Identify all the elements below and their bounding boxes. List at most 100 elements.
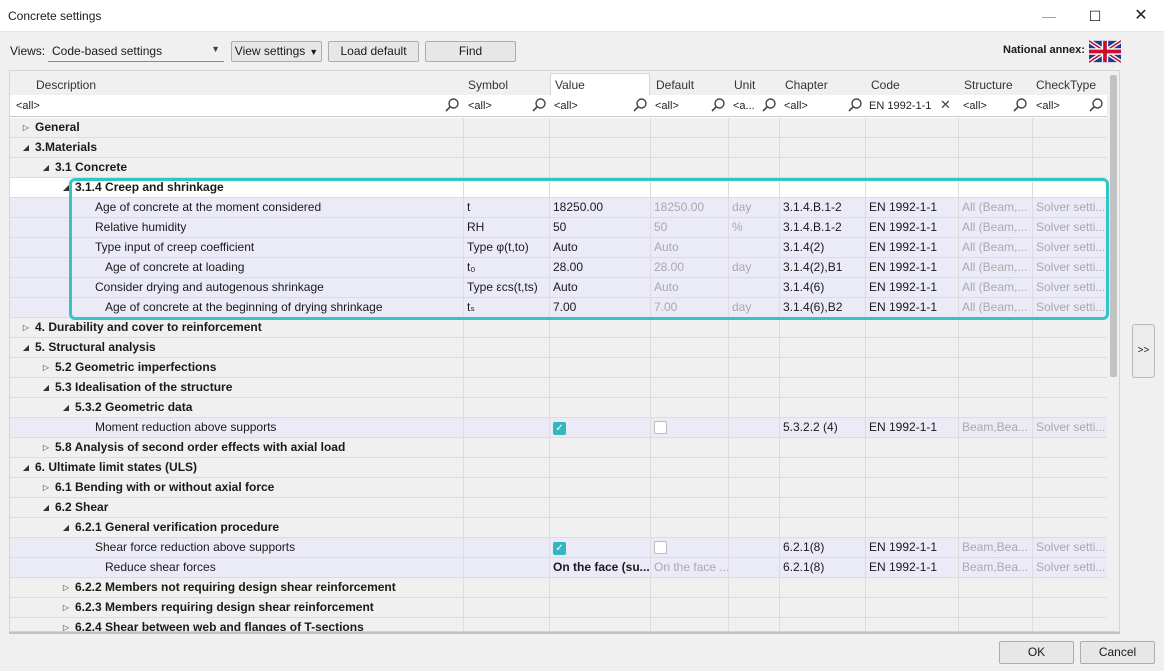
filter-description[interactable]: <all> (16, 100, 436, 112)
tree-group-row[interactable]: ◢ 6.2 Shear (10, 498, 1107, 518)
ok-button[interactable]: OK (999, 641, 1074, 664)
setting-row[interactable]: Consider drying and autogenous shrinkage… (10, 278, 1107, 298)
collapse-arrow-icon[interactable]: ◢ (20, 338, 32, 358)
find-button[interactable]: Find (425, 41, 516, 62)
tree-group-row[interactable]: ▷ General (10, 118, 1107, 138)
expand-arrow-icon[interactable]: ▷ (40, 478, 52, 498)
column-value[interactable]: Value (555, 78, 585, 92)
value-cell[interactable] (550, 118, 650, 138)
value-cell[interactable] (550, 318, 650, 338)
column-chapter[interactable]: Chapter (785, 78, 828, 92)
value-cell[interactable]: 28.00 (550, 258, 650, 278)
column-symbol[interactable]: Symbol (468, 78, 508, 92)
value-cell[interactable]: 7.00 (550, 298, 650, 318)
value-cell[interactable] (550, 518, 650, 538)
filter-structure[interactable]: <all> (963, 100, 1013, 112)
value-cell[interactable] (550, 378, 650, 398)
search-icon[interactable] (1088, 97, 1104, 113)
cancel-button[interactable]: Cancel (1080, 641, 1155, 664)
filter-unit[interactable]: <a... (733, 100, 761, 112)
value-cell[interactable] (550, 178, 650, 198)
value-checkbox[interactable]: ✓ (553, 542, 566, 555)
expand-arrow-icon[interactable]: ▷ (60, 598, 72, 618)
minimize-button[interactable]: — (1026, 0, 1072, 32)
value-cell[interactable] (550, 598, 650, 618)
tree-group-row[interactable]: ◢ 5.3.2 Geometric data (10, 398, 1107, 418)
value-cell[interactable] (550, 498, 650, 518)
views-dropdown[interactable]: Code-based settings ▼ (48, 41, 224, 62)
tree-group-row[interactable]: ▷ 5.8 Analysis of second order effects wi… (10, 438, 1107, 458)
search-icon[interactable] (710, 97, 726, 113)
clear-filter-icon[interactable]: ✕ (940, 97, 951, 113)
tree-group-row[interactable]: ◢ 6. Ultimate limit states (ULS) (10, 458, 1107, 478)
search-icon[interactable] (1012, 97, 1028, 113)
horizontal-scrollbar[interactable] (9, 632, 1120, 634)
value-cell[interactable]: ✓ (550, 538, 650, 558)
load-default-button[interactable]: Load default (328, 41, 419, 62)
tree-group-row[interactable]: ◢ 3.Materials (10, 138, 1107, 158)
collapse-arrow-icon[interactable]: ◢ (40, 158, 52, 178)
tree-group-row[interactable]: ▷ 6.2.2 Members not requiring design shea… (10, 578, 1107, 598)
expand-arrow-icon[interactable]: ▷ (20, 118, 32, 138)
value-cell[interactable] (550, 338, 650, 358)
collapse-arrow-icon[interactable]: ◢ (40, 378, 52, 398)
tree-group-row[interactable]: ◢ 5. Structural analysis (10, 338, 1107, 358)
value-cell[interactable] (550, 578, 650, 598)
column-code[interactable]: Code (871, 78, 900, 92)
value-cell[interactable] (550, 458, 650, 478)
setting-row[interactable]: Shear force reduction above supports ✓ 6.2… (10, 538, 1107, 558)
search-icon[interactable] (531, 97, 547, 113)
tree-group-row[interactable]: ▷ 6.1 Bending with or without axial force (10, 478, 1107, 498)
setting-row[interactable]: Age of concrete at loading t₀ 28.00 28.00 da… (10, 258, 1107, 278)
value-checkbox[interactable]: ✓ (553, 422, 566, 435)
filter-value[interactable]: <all> (554, 100, 624, 112)
value-cell[interactable]: Auto (550, 238, 650, 258)
collapse-arrow-icon[interactable]: ◢ (20, 458, 32, 478)
tree-group-row[interactable]: ▷ 5.2 Geometric imperfections (10, 358, 1107, 378)
uk-flag-icon[interactable] (1089, 40, 1121, 63)
column-description[interactable]: Description (36, 78, 96, 92)
tree-group-row[interactable]: ◢ 3.1.4 Creep and shrinkage (10, 178, 1107, 198)
scrollbar-thumb[interactable] (1110, 75, 1117, 377)
tree-group-row[interactable]: ◢ 5.3 Idealisation of the structure (10, 378, 1107, 398)
collapse-arrow-icon[interactable]: ◢ (60, 398, 72, 418)
filter-checktype[interactable]: <all> (1036, 100, 1086, 112)
value-cell[interactable]: Auto (550, 278, 650, 298)
filter-chapter[interactable]: <all> (784, 100, 844, 112)
tree-group-row[interactable]: ▷ 6.2.3 Members requiring design shear re… (10, 598, 1107, 618)
value-cell[interactable]: 18250.00 (550, 198, 650, 218)
expand-arrow-icon[interactable]: ▷ (40, 358, 52, 378)
search-icon[interactable] (444, 97, 460, 113)
value-cell[interactable] (550, 138, 650, 158)
search-icon[interactable] (632, 97, 648, 113)
column-checktype[interactable]: CheckType (1036, 78, 1096, 92)
setting-row[interactable]: Age of concrete at the moment considered… (10, 198, 1107, 218)
filter-symbol[interactable]: <all> (468, 100, 528, 112)
value-cell[interactable]: 50 (550, 218, 650, 238)
filter-default[interactable]: <all> (655, 100, 705, 112)
expand-arrow-icon[interactable]: ▷ (60, 578, 72, 598)
expand-arrow-icon[interactable]: ▷ (20, 318, 32, 338)
value-cell[interactable] (550, 478, 650, 498)
setting-row[interactable]: Type input of creep coefficient Type φ(t,… (10, 238, 1107, 258)
column-unit[interactable]: Unit (734, 78, 755, 92)
collapse-arrow-icon[interactable]: ◢ (20, 138, 32, 158)
value-cell[interactable]: ✓ (550, 418, 650, 438)
value-cell[interactable] (550, 358, 650, 378)
value-cell[interactable] (550, 398, 650, 418)
vertical-scrollbar[interactable] (1107, 71, 1119, 631)
tree-group-row[interactable]: ◢ 6.2.1 General verification procedure (10, 518, 1107, 538)
maximize-button[interactable]: ☐ (1072, 0, 1118, 32)
column-default[interactable]: Default (656, 78, 694, 92)
value-cell[interactable] (550, 438, 650, 458)
tree-group-row[interactable]: ◢ 3.1 Concrete (10, 158, 1107, 178)
setting-row[interactable]: Relative humidity RH 50 50% 3.1.4.B.1-2 EN 19… (10, 218, 1107, 238)
search-icon[interactable] (761, 97, 777, 113)
search-icon[interactable] (847, 97, 863, 113)
collapse-arrow-icon[interactable]: ◢ (60, 518, 72, 538)
collapse-arrow-icon[interactable]: ◢ (60, 178, 72, 198)
setting-row[interactable]: Age of concrete at the beginning of dryi… (10, 298, 1107, 318)
collapse-arrow-icon[interactable]: ◢ (40, 498, 52, 518)
tree-group-row[interactable]: ▷ 4. Durability and cover to reinforcemen… (10, 318, 1107, 338)
setting-row[interactable]: Moment reduction above supports ✓ 5.3.2.2 … (10, 418, 1107, 438)
